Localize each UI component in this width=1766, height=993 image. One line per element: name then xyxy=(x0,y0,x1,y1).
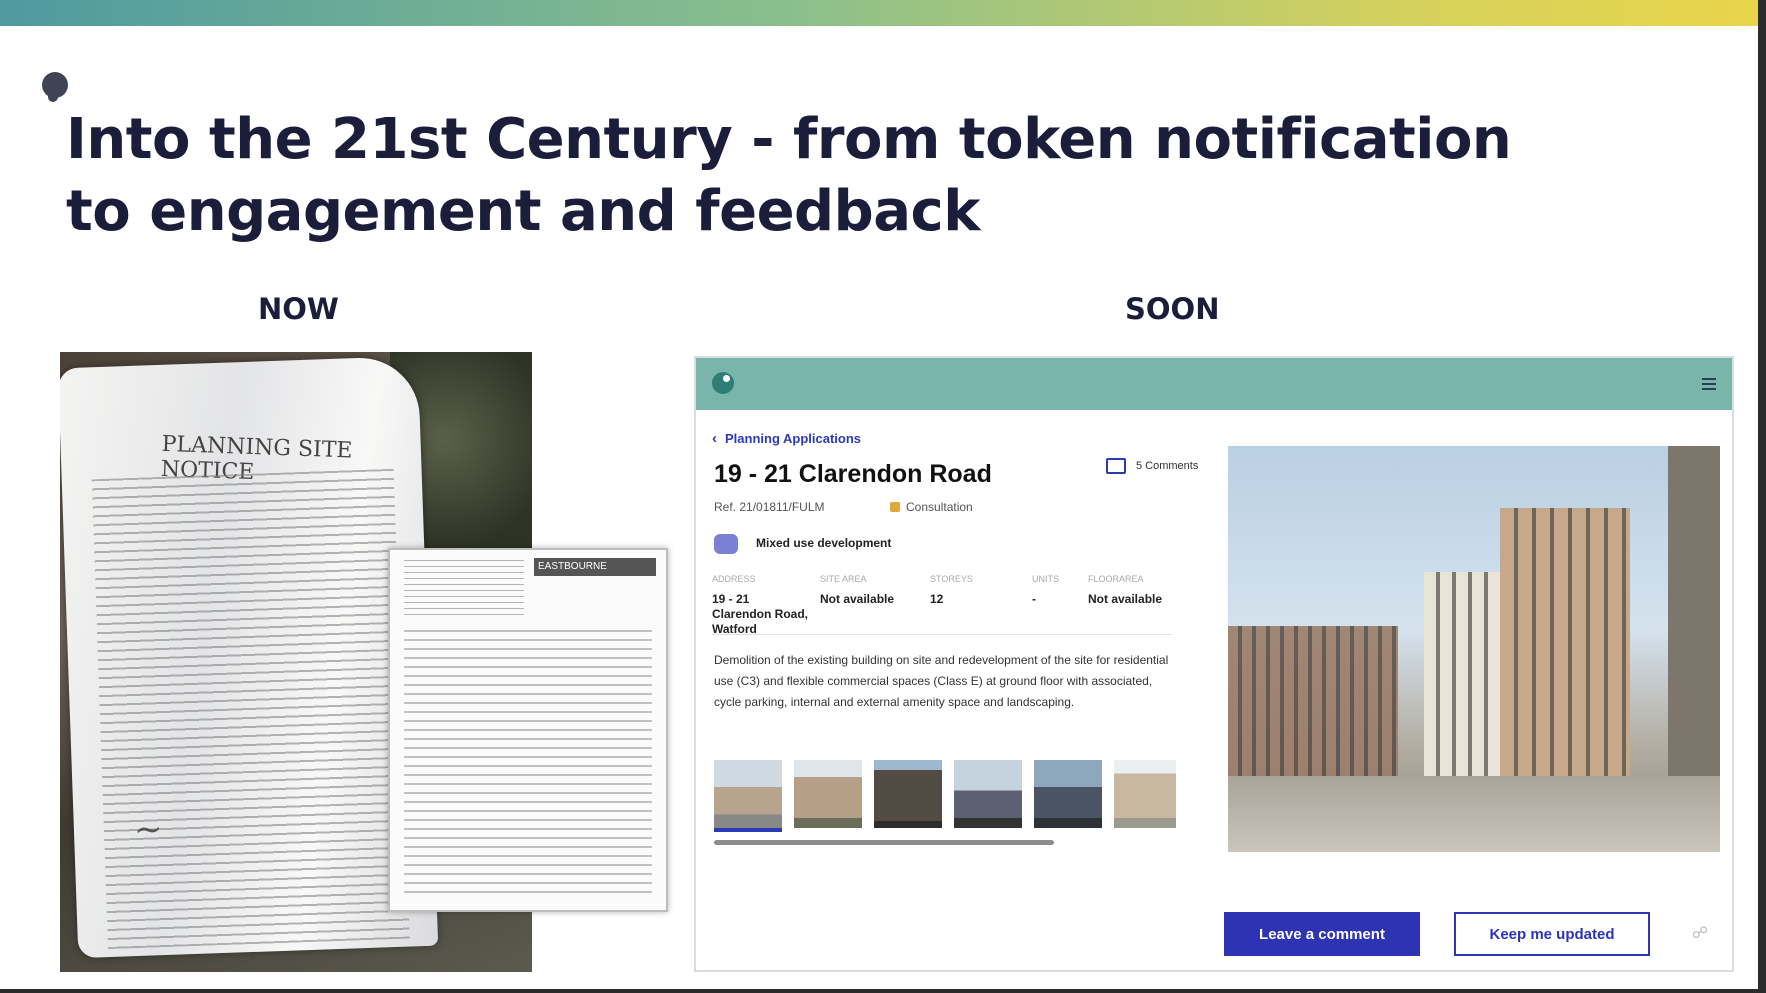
back-link[interactable]: ‹ Planning Applications xyxy=(712,430,861,447)
development-type-label: Mixed use development xyxy=(756,536,892,551)
app-logo-icon[interactable] xyxy=(712,372,734,394)
slide-title: Into the 21st Century - from token notif… xyxy=(66,107,1512,244)
render-building xyxy=(1424,572,1512,782)
render-building xyxy=(1228,626,1398,776)
thumbnail-image[interactable] xyxy=(1114,760,1176,828)
thumbnail-image[interactable] xyxy=(714,760,782,832)
planning-app-mockup: ‹ Planning Applications 19 - 21 Clarendon… xyxy=(694,356,1734,972)
thumbnail-scrollbar[interactable] xyxy=(714,840,1054,845)
leave-comment-button[interactable]: Leave a comment xyxy=(1224,912,1420,956)
top-gradient-bar xyxy=(0,0,1766,26)
notice2-header-lines xyxy=(404,560,524,620)
stat-value: Not available xyxy=(1088,592,1163,606)
notice-signature: ~ xyxy=(133,809,164,851)
image-thumbnails xyxy=(714,760,1176,832)
development-render-image xyxy=(1228,446,1720,852)
render-road xyxy=(1228,776,1720,852)
soon-heading: SOON xyxy=(1125,292,1220,326)
stat-key: SITE AREA xyxy=(820,574,867,584)
second-planning-notice: EASTBOURNE xyxy=(388,548,668,912)
development-type: Mixed use development xyxy=(714,534,891,554)
thumbnail-image[interactable] xyxy=(874,760,942,828)
planning-site-notice: PLANNING SITE NOTICE ~ xyxy=(60,355,439,959)
stat-units: UNITS - xyxy=(1032,574,1082,607)
notice-text-lines xyxy=(91,468,410,950)
thumbnail-image[interactable] xyxy=(1034,760,1102,828)
comments-link[interactable]: 5 Comments xyxy=(1106,458,1198,474)
building-icon xyxy=(714,534,738,554)
stat-value: 12 xyxy=(930,592,944,606)
brand-logo-icon xyxy=(42,72,68,102)
stat-key: ADDRESS xyxy=(712,574,756,584)
reference-number: Ref. 21/01811/FULM xyxy=(714,500,825,514)
status-icon xyxy=(890,502,900,512)
thumbnail-image[interactable] xyxy=(794,760,862,828)
window-edge-bottom xyxy=(0,989,1766,993)
thumbnail-image[interactable] xyxy=(954,760,1022,828)
comment-icon xyxy=(1106,458,1126,474)
comments-count: 5 Comments xyxy=(1136,459,1199,472)
render-building xyxy=(1668,446,1720,782)
notice2-text-lines xyxy=(404,630,652,894)
stat-value: Not available xyxy=(820,592,895,606)
back-link-label: Planning Applications xyxy=(725,431,862,446)
stat-key: FLOORAREA xyxy=(1088,574,1144,584)
now-heading: NOW xyxy=(258,292,339,326)
share-icon[interactable]: ☍ xyxy=(1690,924,1710,944)
status-badge: Consultation xyxy=(890,500,973,514)
notice2-logo: EASTBOURNE xyxy=(534,558,656,576)
chevron-left-icon: ‹ xyxy=(712,430,717,447)
stat-site-area: SITE AREA Not available xyxy=(820,574,916,607)
stat-key: STOREYS xyxy=(930,574,973,584)
status-label: Consultation xyxy=(906,500,973,514)
stat-value: 19 - 21 Clarendon Road, Watford xyxy=(712,592,809,636)
stat-floor-area: FLOORAREA Not available xyxy=(1088,574,1178,607)
application-description: Demolition of the existing building on s… xyxy=(714,653,1169,709)
application-title: 19 - 21 Clarendon Road xyxy=(714,460,992,488)
menu-icon[interactable] xyxy=(1702,378,1716,390)
stat-storeys: STOREYS 12 xyxy=(930,574,1000,607)
stat-address: ADDRESS 19 - 21 Clarendon Road, Watford xyxy=(712,574,808,637)
keep-updated-button[interactable]: Keep me updated xyxy=(1454,912,1650,956)
divider xyxy=(712,634,1172,635)
app-header-bar xyxy=(696,358,1732,410)
render-tower xyxy=(1500,508,1630,782)
stat-key: UNITS xyxy=(1032,574,1059,584)
window-edge xyxy=(1758,0,1766,993)
stat-value: - xyxy=(1032,592,1036,606)
